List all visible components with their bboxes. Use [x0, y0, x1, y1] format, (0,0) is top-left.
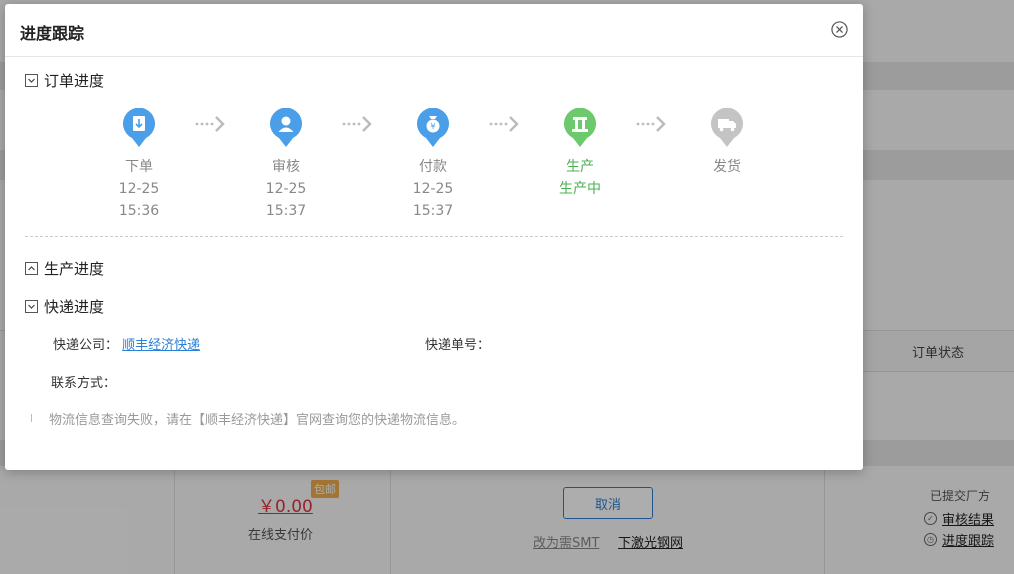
chevron-down-icon — [25, 300, 38, 313]
express-company-label: 快递公司： — [53, 338, 119, 353]
section-divider — [25, 236, 843, 237]
express-progress-section-toggle[interactable]: 快递进度 — [25, 296, 104, 317]
express-company-row: 快递公司： 顺丰经济快递 — [53, 334, 200, 353]
step-payment: ¥ 付款 12-25 15:37 — [393, 107, 473, 222]
contact-row: 联系方式： — [51, 372, 116, 391]
logistics-error-message: 物流信息查询失败，请在【顺丰经济快递】官网查询您的快递物流信息。 — [49, 413, 466, 428]
download-doc-icon — [123, 107, 155, 147]
svg-text:¥: ¥ — [430, 122, 435, 131]
step-label: 付款 — [419, 159, 447, 175]
dialog-header: 进度跟踪 — [5, 4, 863, 57]
express-progress-title: 快递进度 — [44, 298, 105, 316]
step-arrow-icon — [195, 116, 225, 132]
step-order: 下单 12-25 15:36 — [99, 107, 179, 222]
chevron-up-icon — [25, 262, 38, 275]
step-shipping: 发货 — [687, 107, 767, 178]
step-time: 15:37 — [265, 203, 307, 219]
step-label: 发货 — [713, 159, 741, 175]
chevron-down-icon — [25, 74, 38, 87]
step-date: 12-25 — [412, 181, 454, 197]
truck-icon — [711, 107, 743, 147]
step-label: 审核 — [272, 159, 300, 175]
production-progress-title: 生产进度 — [44, 260, 105, 278]
dialog-title: 进度跟踪 — [20, 24, 85, 43]
step-date: 12-25 — [265, 181, 307, 197]
step-review: 审核 12-25 15:37 — [246, 107, 326, 222]
production-icon — [564, 107, 596, 147]
express-company-link[interactable]: 顺丰经济快递 — [122, 338, 200, 353]
step-arrow-icon — [489, 116, 519, 132]
order-progress-title: 订单进度 — [44, 72, 105, 90]
step-status: 生产中 — [559, 181, 601, 197]
close-icon[interactable] — [831, 21, 848, 38]
timeline-marker — [31, 414, 32, 422]
step-label: 生产 — [566, 159, 594, 175]
money-bag-icon: ¥ — [417, 107, 449, 147]
step-arrow-icon — [342, 116, 372, 132]
step-date: 12-25 — [118, 181, 160, 197]
step-production: 生产 生产中 — [540, 107, 620, 200]
tracking-number-label: 快递单号： — [425, 338, 491, 353]
person-icon — [270, 107, 302, 147]
order-progress-steps: 下单 12-25 15:36 审核 12-25 15:37 ¥ 付款 12-25… — [5, 107, 863, 228]
order-progress-section-toggle[interactable]: 订单进度 — [25, 70, 104, 91]
production-progress-section-toggle[interactable]: 生产进度 — [25, 258, 104, 279]
tracking-number-row: 快递单号： — [425, 334, 490, 353]
step-time: 15:37 — [412, 203, 454, 219]
step-label: 下单 — [125, 159, 153, 175]
contact-label: 联系方式： — [51, 376, 117, 391]
step-time: 15:36 — [118, 203, 160, 219]
step-arrow-icon — [636, 116, 666, 132]
progress-tracking-dialog: 进度跟踪 订单进度 下单 12-25 15:36 审核 12-25 15:37 … — [5, 4, 863, 470]
